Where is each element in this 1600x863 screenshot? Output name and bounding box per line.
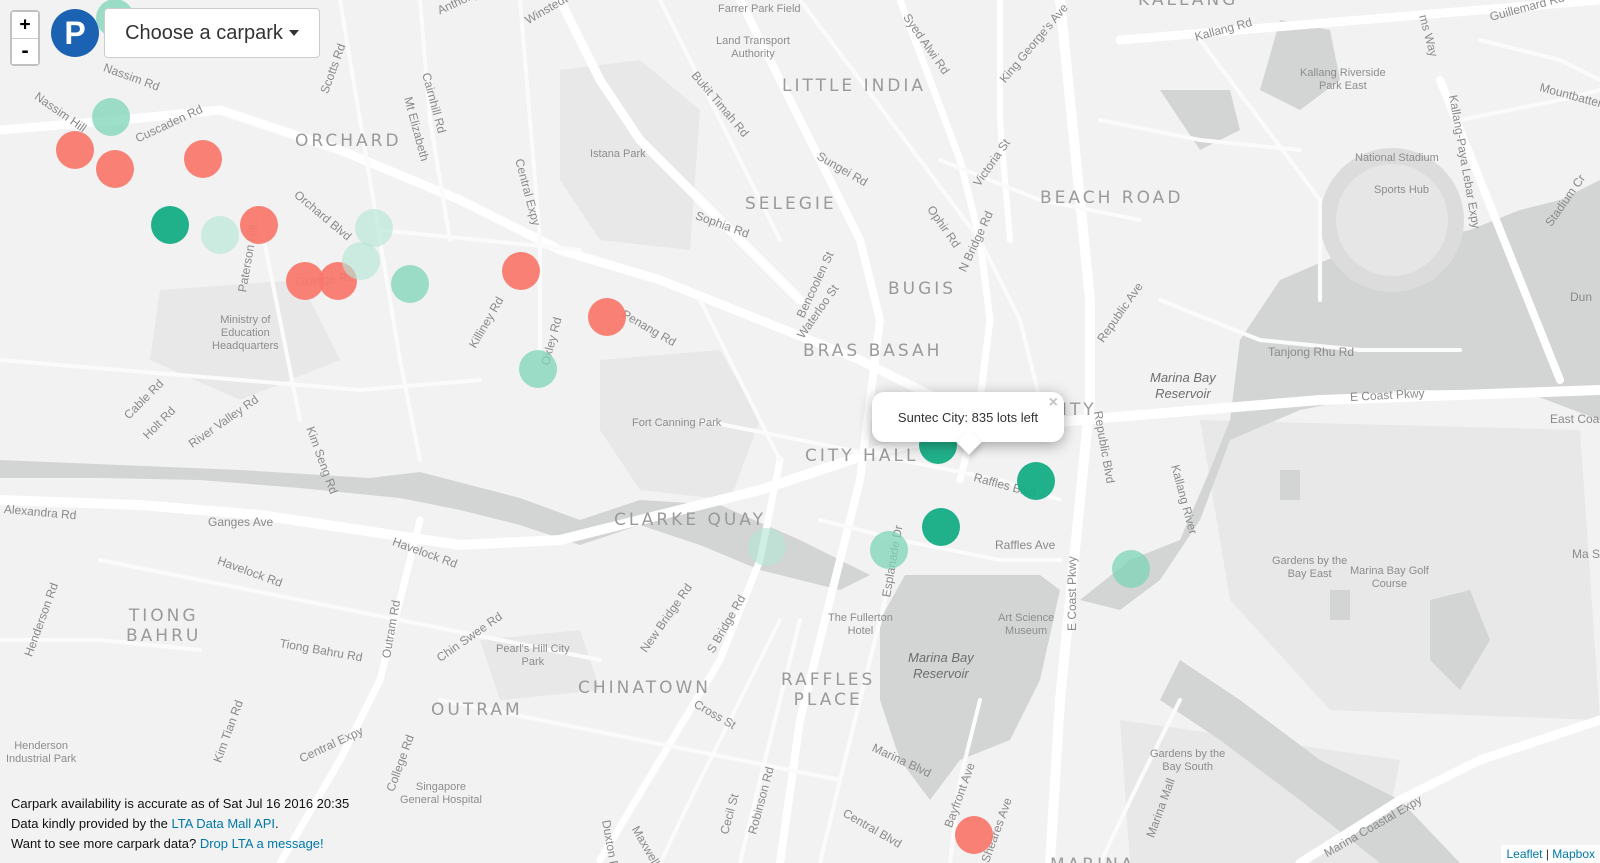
poi-label: Henderson Industrial Park [6, 740, 77, 765]
carpark-select[interactable]: Choose a carpark [104, 8, 320, 58]
carpark-marker[interactable] [200, 215, 239, 254]
district-label: KALLANG [1138, 0, 1239, 10]
poi-label: The Fullerton Hotel [828, 612, 893, 637]
district-label: RAFFLES PLACE [781, 670, 876, 710]
attribution-separator: | [1542, 847, 1553, 861]
popup-close-button[interactable]: × [1049, 394, 1058, 412]
carpark-marker[interactable] [587, 297, 626, 336]
poi-label: Art Science Museum [998, 612, 1055, 637]
road-label: Ma Stag [1572, 547, 1600, 561]
district-label: CITY HALL [805, 446, 919, 466]
carpark-marker[interactable] [922, 507, 961, 546]
road-label: East Coast [1550, 412, 1600, 426]
footer-data-suffix: . [275, 816, 279, 831]
footer-data-source: Data kindly provided by the LTA Data Mal… [11, 814, 349, 834]
carpark-marker[interactable] [239, 206, 278, 245]
district-label: ORCHARD [295, 131, 402, 151]
carpark-marker[interactable] [1017, 461, 1056, 500]
district-label: BEACH ROAD [1040, 188, 1184, 208]
poi-label: Marina Bay Golf Course [1350, 565, 1429, 590]
poi-label: Pearl's Hill City Park [496, 643, 570, 668]
drop-lta-message-link[interactable]: Drop LTA a message! [200, 836, 324, 851]
parking-logo-icon: P [51, 9, 99, 57]
poi-label: Istana Park [590, 148, 646, 160]
poi-label: National Stadium [1355, 152, 1439, 164]
footer-contact-prefix: Want to see more carpark data? [11, 836, 200, 851]
carpark-marker[interactable] [151, 206, 190, 245]
district-label: BRAS BASAH [803, 341, 943, 361]
carpark-popup: Suntec City: 835 lots left × [872, 392, 1064, 455]
water-label: Marina Bay Reservoir [908, 650, 974, 681]
popup-text: Suntec City: 835 lots left [897, 409, 1039, 425]
district-label: SELEGIE [745, 194, 837, 214]
district-label: CLARKE QUAY [614, 510, 766, 530]
carpark-marker[interactable] [95, 150, 134, 189]
carpark-marker[interactable] [955, 816, 993, 855]
carpark-marker[interactable] [184, 140, 223, 179]
district-label: CHINATOWN [578, 678, 711, 698]
road-label: Tanjong Rhu Rd [1268, 345, 1355, 359]
road-label: Raffles Ave [995, 538, 1056, 552]
zoom-in-button[interactable]: + [12, 12, 38, 38]
district-label: TIONG BAHRU [126, 606, 202, 646]
map-canvas[interactable]: ORCHARD LITTLE INDIA SELEGIE BEACH ROAD BUGI… [0, 0, 1600, 863]
map-attribution: Leaflet | Mapbox [1501, 845, 1600, 863]
road-label: Dun [1570, 290, 1593, 304]
carpark-marker[interactable] [1112, 550, 1151, 589]
poi-label: Fort Canning Park [632, 417, 722, 429]
leaflet-link[interactable]: Leaflet [1506, 847, 1542, 861]
district-label: BUGIS [888, 279, 957, 299]
zoom-out-button[interactable]: - [12, 38, 38, 64]
poi-label: Ministry of Education Headquarters [212, 314, 279, 352]
district-label: MARINA [1050, 855, 1135, 863]
carpark-marker[interactable] [341, 242, 380, 281]
zoom-control: + - [10, 10, 40, 66]
poi-label: Land Transport Authority [716, 35, 790, 60]
mapbox-link[interactable]: Mapbox [1552, 847, 1595, 861]
carpark-marker[interactable] [748, 527, 787, 566]
footer-info: Carpark availability is accurate as of S… [11, 794, 349, 854]
poi-label: Gardens by the Bay East [1272, 555, 1348, 580]
poi-label: Kallang Riverside Park East [1300, 67, 1386, 92]
poi-label: Sports Hub [1374, 184, 1430, 196]
carpark-marker[interactable] [92, 97, 131, 136]
poi-label: Gardens by the Bay South [1150, 748, 1226, 773]
carpark-marker[interactable] [502, 252, 541, 290]
water-label: Marina Bay Reservoir [1150, 370, 1216, 401]
carpark-marker[interactable] [56, 130, 95, 169]
footer-timestamp: Carpark availability is accurate as of S… [11, 796, 350, 811]
carpark-marker[interactable] [518, 350, 557, 389]
carpark-select-label: Choose a carpark [125, 21, 283, 44]
poi-label: Farrer Park Field [718, 3, 801, 15]
poi-label: Singapore General Hospital [400, 781, 482, 806]
caret-down-icon [288, 30, 299, 36]
road-label: Ganges Ave [208, 515, 274, 529]
carpark-marker[interactable] [869, 530, 908, 569]
carpark-marker[interactable] [390, 265, 429, 304]
lta-data-mall-link[interactable]: LTA Data Mall API [171, 816, 275, 831]
basemap [0, 0, 1600, 863]
footer-data-prefix: Data kindly provided by the [11, 816, 172, 831]
road-label: E Coast Pkwy [1065, 556, 1079, 631]
footer-contact: Want to see more carpark data? Drop LTA … [11, 834, 349, 854]
district-label: LITTLE INDIA [782, 76, 927, 96]
district-label: OUTRAM [431, 700, 523, 720]
